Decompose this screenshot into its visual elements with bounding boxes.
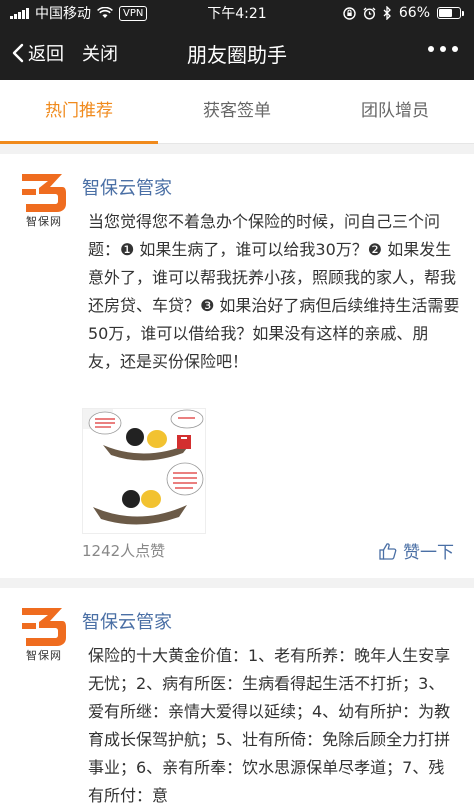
wifi-icon xyxy=(97,7,113,18)
post-separator xyxy=(0,578,474,588)
logo-text: 智保网 xyxy=(26,215,62,228)
more-dot-icon xyxy=(440,46,446,52)
post-image[interactable] xyxy=(82,408,206,534)
logo-text: 智保网 xyxy=(26,649,62,662)
page-title: 朋友圈助手 xyxy=(187,42,287,67)
tab-customer-deals[interactable]: 获客签单 xyxy=(158,80,316,143)
alarm-icon xyxy=(363,7,376,20)
status-bar: 中国移动 VPN 下午4:21 66% xyxy=(0,0,474,26)
like-button-label: 赞一下 xyxy=(403,543,454,563)
tab-team-recruit[interactable]: 团队增员 xyxy=(316,80,474,143)
more-dot-icon xyxy=(428,46,434,52)
carrier-label: 中国移动 xyxy=(35,6,91,22)
signal-icon xyxy=(10,7,29,19)
thumbs-up-icon xyxy=(379,542,397,560)
post-author[interactable]: 智保云管家 xyxy=(82,174,172,200)
bluetooth-icon xyxy=(383,6,391,20)
tab-bar: 热门推荐 获客签单 团队增员 xyxy=(0,80,474,144)
more-dot-icon xyxy=(452,46,458,52)
section-separator xyxy=(0,144,474,154)
like-button[interactable]: 赞一下 xyxy=(379,538,454,563)
chevron-left-icon xyxy=(12,43,24,63)
back-label: 返回 xyxy=(28,44,64,65)
like-count: 1242人点赞 xyxy=(82,542,166,560)
post-text: 当您觉得您不着急办个保险的时候，问自己三个问题：❶ 如果生病了，谁可以给我30万… xyxy=(88,212,460,371)
feed-post: 智保网 智保云管家 保险的十大黄金价值：1、老有所养：晚年人生安享无忧；2、病有… xyxy=(0,588,474,805)
zhibao-logo-icon xyxy=(22,174,66,212)
nav-bar: 返回 关闭 朋友圈助手 xyxy=(0,26,474,80)
author-avatar[interactable]: 智保网 xyxy=(22,608,66,662)
orientation-lock-icon xyxy=(343,6,356,20)
more-options-button[interactable] xyxy=(428,46,458,52)
tab-hot-recommend[interactable]: 热门推荐 xyxy=(0,80,158,144)
close-button[interactable]: 关闭 xyxy=(82,40,118,66)
zhibao-logo-icon xyxy=(22,608,66,646)
author-avatar[interactable]: 智保网 xyxy=(22,174,66,228)
vpn-badge: VPN xyxy=(119,5,148,21)
post-author[interactable]: 智保云管家 xyxy=(82,608,172,634)
feed-post: 智保网 智保云管家 当您觉得您不着急办个保险的时候，问自己三个问题：❶ 如果生病… xyxy=(0,154,474,578)
post-text: 保险的十大黄金价值：1、老有所养：晚年人生安享无忧；2、病有所医：生病看得起生活… xyxy=(88,646,451,805)
battery-icon xyxy=(437,7,464,19)
back-button[interactable]: 返回 xyxy=(0,40,64,66)
post-image-illustration xyxy=(83,409,205,533)
battery-percent: 66% xyxy=(398,5,430,21)
